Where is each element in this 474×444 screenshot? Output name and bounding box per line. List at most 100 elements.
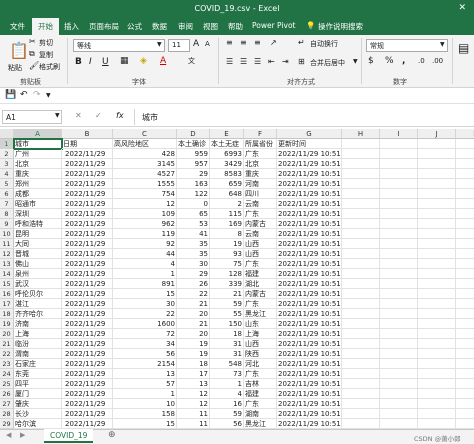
table-cell[interactable]: 呼和浩特	[14, 219, 62, 229]
table-cell[interactable]: 73	[210, 369, 244, 379]
table-cell[interactable]: 4527	[113, 169, 177, 179]
table-cell[interactable]: 659	[210, 179, 244, 189]
font-name-select[interactable]: 等线	[73, 39, 165, 52]
table-cell[interactable]	[456, 219, 474, 229]
table-cell[interactable]: 15	[113, 289, 177, 299]
table-cell[interactable]	[380, 259, 418, 269]
table-cell[interactable]: 福建	[244, 269, 277, 279]
table-cell[interactable]: 31	[210, 339, 244, 349]
table-cell[interactable]	[380, 149, 418, 159]
table-cell[interactable]: 长沙	[14, 409, 62, 419]
table-cell[interactable]: 35	[177, 249, 210, 259]
table-cell[interactable]: 957	[177, 159, 210, 169]
table-cell[interactable]	[456, 279, 474, 289]
table-cell[interactable]: 厦门	[14, 389, 62, 399]
table-cell[interactable]: 郑州	[14, 179, 62, 189]
table-cell[interactable]: 吉林	[244, 379, 277, 389]
fill-color-icon[interactable]: ◈	[140, 56, 147, 66]
table-cell[interactable]	[456, 369, 474, 379]
table-cell[interactable]	[456, 389, 474, 399]
table-cell[interactable]: 4	[113, 259, 177, 269]
table-cell[interactable]: 0	[177, 199, 210, 209]
formula-input[interactable]: 城市	[142, 112, 158, 123]
row-header[interactable]: 27	[0, 399, 14, 409]
save-icon[interactable]: 💾	[5, 90, 16, 100]
table-cell[interactable]: 山西	[244, 249, 277, 259]
table-cell[interactable]: 1	[113, 269, 177, 279]
table-cell[interactable]	[380, 389, 418, 399]
table-cell[interactable]: 2022/11/29	[62, 359, 113, 369]
table-cell[interactable]	[380, 229, 418, 239]
table-cell[interactable]	[418, 259, 456, 269]
table-cell[interactable]	[342, 279, 380, 289]
table-cell[interactable]: 2022/11/29 10:51	[277, 369, 342, 379]
table-cell[interactable]	[380, 379, 418, 389]
row-header[interactable]: 15	[0, 279, 14, 289]
table-cell[interactable]: 2022/11/29	[62, 269, 113, 279]
table-cell[interactable]: 2022/11/29	[62, 349, 113, 359]
table-cell[interactable]: 2022/11/29	[62, 149, 113, 159]
wrap-text-button[interactable]: 自动换行	[310, 39, 338, 49]
table-cell[interactable]: 2022/11/29	[62, 309, 113, 319]
table-cell[interactable]: 59	[210, 409, 244, 419]
table-cell[interactable]: 2022/11/29 10:51	[277, 189, 342, 199]
table-cell[interactable]: 深圳	[14, 209, 62, 219]
align-left-icon[interactable]: ☰	[226, 57, 233, 66]
enter-icon[interactable]: ✓	[95, 111, 102, 120]
table-cell[interactable]: 大同	[14, 239, 62, 249]
table-cell[interactable]: 648	[210, 189, 244, 199]
table-cell[interactable]: 2022/11/29 10:51	[277, 359, 342, 369]
customize-qat-icon[interactable]: ▼	[46, 92, 51, 99]
row-header[interactable]: 8	[0, 209, 14, 219]
table-cell[interactable]	[418, 379, 456, 389]
table-cell[interactable]: 广东	[244, 299, 277, 309]
table-cell[interactable]	[342, 369, 380, 379]
row-header[interactable]: 14	[0, 269, 14, 279]
row-header[interactable]: 29	[0, 419, 14, 429]
table-cell[interactable]: 福建	[244, 389, 277, 399]
header-cell[interactable]: 本土确诊	[177, 139, 210, 149]
table-cell[interactable]: 2022/11/29	[62, 229, 113, 239]
header-cell[interactable]: 日期	[62, 139, 113, 149]
table-cell[interactable]: 黑龙江	[244, 419, 277, 429]
function-icon[interactable]: fx	[116, 111, 124, 120]
tab-home[interactable]: 开始	[32, 18, 59, 35]
increase-font-icon[interactable]: A	[193, 39, 199, 49]
table-cell[interactable]: 北京	[244, 159, 277, 169]
column-header-c[interactable]: C	[113, 129, 177, 139]
table-cell[interactable]: 昭通市	[14, 199, 62, 209]
column-header-f[interactable]: F	[244, 129, 277, 139]
row-header[interactable]: 17	[0, 299, 14, 309]
column-header-k[interactable]: K	[456, 129, 474, 139]
table-cell[interactable]: 山东	[244, 319, 277, 329]
orientation-icon[interactable]: ↗	[270, 38, 277, 47]
table-cell[interactable]: 959	[177, 149, 210, 159]
header-cell[interactable]: 所属省份	[244, 139, 277, 149]
table-cell[interactable]: 广东	[244, 369, 277, 379]
table-cell[interactable]: 2022/11/29 10:51	[277, 349, 342, 359]
header-cell[interactable]: 本土无症	[210, 139, 244, 149]
table-cell[interactable]	[380, 169, 418, 179]
table-cell[interactable]: 29	[177, 169, 210, 179]
table-cell[interactable]	[380, 279, 418, 289]
table-cell[interactable]	[380, 199, 418, 209]
table-cell[interactable]	[380, 299, 418, 309]
table-cell[interactable]: 16	[210, 399, 244, 409]
table-cell[interactable]	[342, 339, 380, 349]
table-cell[interactable]	[456, 249, 474, 259]
row-header[interactable]: 4	[0, 169, 14, 179]
table-cell[interactable]	[380, 419, 418, 429]
row-header[interactable]: 24	[0, 369, 14, 379]
row-header[interactable]: 22	[0, 349, 14, 359]
table-cell[interactable]: 河南	[244, 179, 277, 189]
table-cell[interactable]	[380, 239, 418, 249]
table-cell[interactable]	[456, 399, 474, 409]
number-format-select[interactable]: 常规	[366, 39, 448, 52]
table-cell[interactable]	[342, 329, 380, 339]
table-cell[interactable]: 11	[177, 409, 210, 419]
row-header[interactable]: 21	[0, 339, 14, 349]
italic-button[interactable]: I	[89, 57, 92, 67]
row-header[interactable]: 9	[0, 219, 14, 229]
table-cell[interactable]: 12	[177, 399, 210, 409]
table-cell[interactable]: 962	[113, 219, 177, 229]
